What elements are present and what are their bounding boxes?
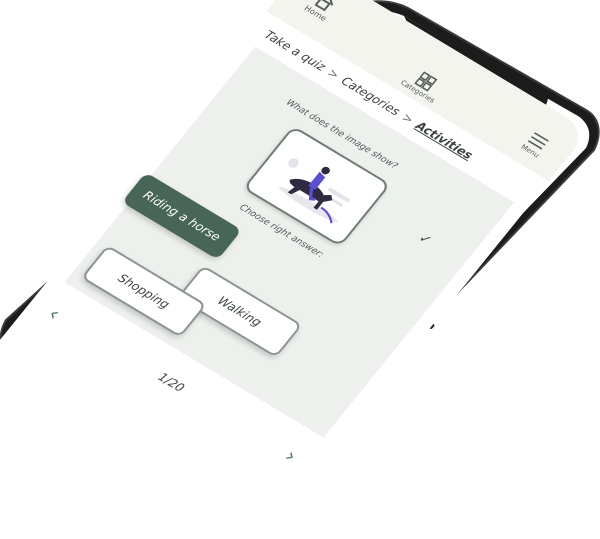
answer-label: Riding a horse: [140, 188, 224, 244]
chevron-right-icon[interactable]: ›: [280, 444, 302, 467]
checkmark-icon[interactable]: ✓: [415, 230, 435, 249]
quiz-image-card: [242, 125, 392, 248]
home-button[interactable]: Home: [288, 0, 348, 36]
answer-label: Shopping: [115, 271, 173, 312]
answer-label: Walking: [214, 293, 265, 330]
chevron-left-icon[interactable]: ‹: [43, 302, 65, 325]
menu-button[interactable]: Menu: [504, 125, 560, 172]
breadcrumb-separator: >: [399, 110, 417, 127]
breadcrumb-separator: >: [324, 65, 343, 82]
page-counter: 1/20: [155, 369, 188, 395]
answer-option-riding-a-horse[interactable]: Riding a horse: [121, 172, 242, 260]
